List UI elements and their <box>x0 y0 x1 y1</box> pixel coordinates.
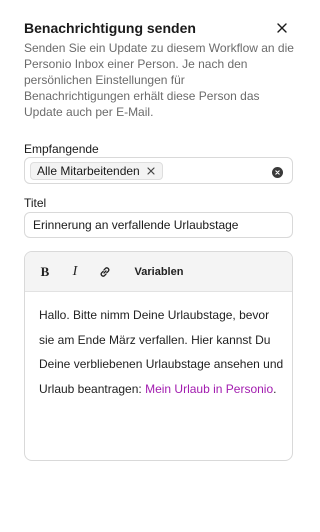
recipients-field[interactable]: Alle Mitarbeitenden <box>24 157 293 184</box>
dialog-header: Benachrichtigung senden <box>24 20 292 38</box>
editor-trailing-text: . <box>273 381 277 396</box>
close-button[interactable] <box>274 20 290 36</box>
dialog-description: Senden Sie ein Update zu diesem Workflow… <box>24 41 294 119</box>
my-vacation-link[interactable]: Mein Urlaub in Personio <box>145 382 273 396</box>
chip-remove-button[interactable] <box>146 166 156 176</box>
recipient-chip: Alle Mitarbeitenden <box>30 162 163 180</box>
link-button[interactable] <box>97 264 113 280</box>
clear-recipients-button[interactable] <box>272 167 283 178</box>
editor-toolbar: B I Variablen <box>25 252 292 292</box>
bold-button[interactable]: B <box>39 264 51 280</box>
notification-panel: Benachrichtigung senden Senden Sie ein U… <box>0 0 307 532</box>
title-field-wrapper <box>24 212 293 238</box>
title-input[interactable] <box>33 213 283 237</box>
message-editor: B I Variablen Hallo. Bitte nimm Deine Ur… <box>24 251 293 461</box>
italic-button[interactable]: I <box>69 264 81 280</box>
clear-icon <box>275 170 280 175</box>
dialog-title: Benachrichtigung senden <box>24 20 196 36</box>
close-icon <box>277 23 287 33</box>
link-icon <box>100 267 110 277</box>
chip-remove-icon <box>147 167 155 175</box>
recipients-label: Empfangende <box>24 142 99 156</box>
editor-content[interactable]: Hallo. Bitte nimm Deine Urlaubstage, bev… <box>39 303 284 401</box>
recipient-chip-label: Alle Mitarbeitenden <box>37 164 140 178</box>
title-label: Titel <box>24 196 47 210</box>
variables-button[interactable]: Variablen <box>132 264 186 280</box>
